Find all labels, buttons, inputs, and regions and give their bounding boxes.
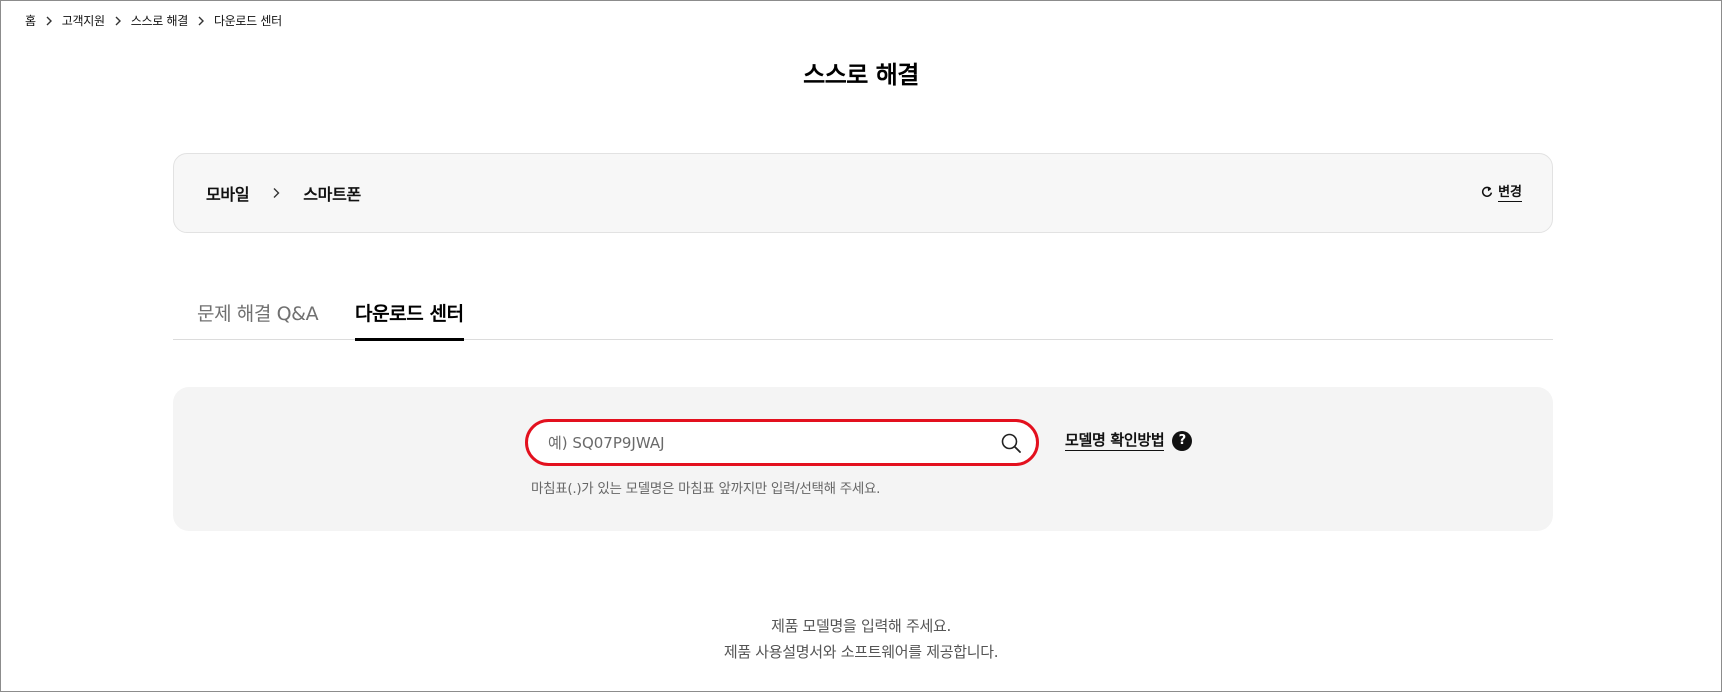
tab-download-center[interactable]: 다운로드 센터 (355, 299, 464, 341)
change-category-button[interactable]: 변경 (1481, 185, 1522, 202)
instruction-message: 제품 모델명을 입력해 주세요. 제품 사용설명서와 소프트웨어를 제공합니다. (1, 613, 1721, 665)
breadcrumb-home[interactable]: 홈 (25, 12, 36, 29)
page-frame: 홈 고객지원 스스로 해결 다운로드 센터 스스로 해결 모바일 스마트폰 변경… (0, 0, 1722, 692)
instruction-line-1: 제품 모델명을 입력해 주세요. (771, 617, 951, 635)
chevron-right-icon (36, 14, 62, 28)
chevron-right-icon (105, 14, 131, 28)
model-help: 모델명 확인방법 ? (1065, 431, 1193, 451)
search-box (525, 419, 1039, 466)
model-name-guide-link[interactable]: 모델명 확인방법 (1065, 431, 1165, 451)
breadcrumb-self-help[interactable]: 스스로 해결 (131, 12, 189, 29)
search-icon[interactable] (1000, 432, 1022, 454)
category-level1: 모바일 (206, 185, 250, 204)
category-level2: 스마트폰 (303, 185, 361, 204)
model-search-panel: 모델명 확인방법 ? 마침표(.)가 있는 모델명은 마침표 앞까지만 입력/선… (173, 387, 1553, 531)
instruction-line-2: 제품 사용설명서와 소프트웨어를 제공합니다. (723, 643, 999, 661)
tab-troubleshooting-qa[interactable]: 문제 해결 Q&A (197, 299, 319, 340)
breadcrumb-download-center[interactable]: 다운로드 센터 (214, 12, 282, 29)
category-selector: 모바일 스마트폰 변경 (173, 153, 1553, 233)
chevron-right-icon (188, 14, 214, 28)
breadcrumb: 홈 고객지원 스스로 해결 다운로드 센터 (25, 12, 282, 29)
refresh-icon (1481, 186, 1493, 202)
chevron-right-icon (271, 187, 281, 199)
question-circle-icon[interactable]: ? (1172, 431, 1193, 451)
search-hint: 마침표(.)가 있는 모델명은 마침표 앞까지만 입력/선택해 주세요. (531, 481, 881, 497)
content-tabs: 문제 해결 Q&A 다운로드 센터 (173, 291, 1553, 341)
change-category-label: 변경 (1498, 185, 1522, 202)
model-search-input[interactable] (548, 422, 968, 463)
page-title: 스스로 해결 (803, 61, 919, 89)
breadcrumb-support[interactable]: 고객지원 (62, 12, 105, 29)
